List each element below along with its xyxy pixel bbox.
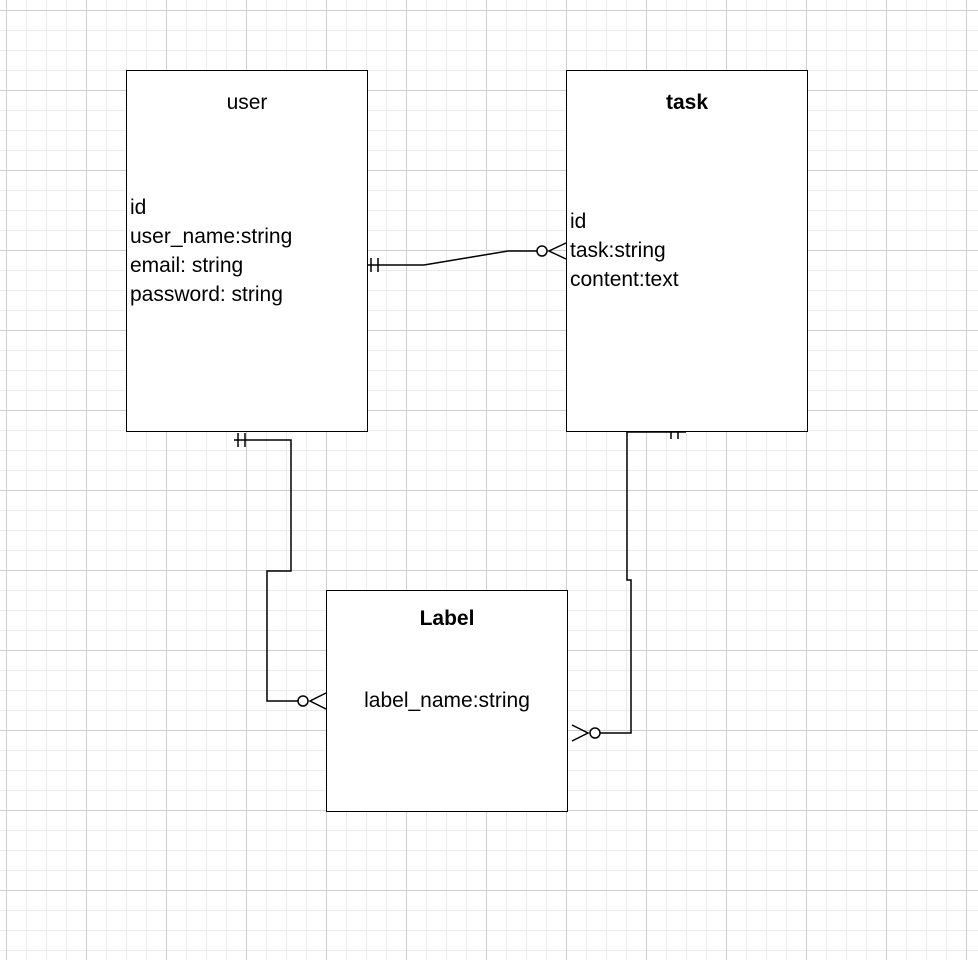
- attribute-item: email: string: [130, 254, 244, 277]
- entity-title-label: Label: [419, 607, 475, 630]
- entity-title-task: task: [665, 91, 709, 114]
- attribute-list-task: id task:string content:text: [570, 207, 679, 294]
- crowfoot-mark-user-task: [547, 242, 567, 260]
- entity-task[interactable]: task id task:string content:text: [566, 70, 808, 432]
- zero-mark-user-task: [536, 245, 548, 257]
- attribute-item: label_name:string: [364, 689, 530, 712]
- attribute-item: id: [570, 210, 587, 233]
- attribute-list-label: label_name:string: [327, 686, 567, 715]
- connector-line-user-task[interactable]: [363, 250, 537, 266]
- attribute-item: task:string: [570, 239, 666, 262]
- attribute-item: user_name:string: [130, 225, 293, 248]
- entity-user[interactable]: user id user_name:string email: string p…: [126, 70, 368, 432]
- entity-label[interactable]: Label label_name:string: [326, 590, 568, 812]
- entity-title-user: user: [226, 91, 268, 114]
- attribute-item: password: string: [130, 283, 283, 306]
- crowfoot-mark-task-label: [571, 724, 590, 742]
- attribute-list-user: id user_name:string email: string passwo…: [130, 193, 292, 309]
- zero-mark-user-label: [297, 695, 309, 707]
- attribute-item: id: [130, 196, 147, 219]
- diagram-canvas[interactable]: user id user_name:string email: string p…: [0, 0, 978, 960]
- relationship-user-label[interactable]: [234, 433, 327, 710]
- zero-mark-task-label: [589, 727, 601, 739]
- attribute-item: content:text: [570, 268, 679, 291]
- relationship-user-task[interactable]: [363, 242, 567, 272]
- relationship-task-label[interactable]: [571, 425, 686, 742]
- connector-line-user-label[interactable]: [234, 439, 298, 702]
- connector-line-task-label[interactable]: [600, 431, 686, 734]
- crowfoot-mark-user-label: [308, 692, 327, 710]
